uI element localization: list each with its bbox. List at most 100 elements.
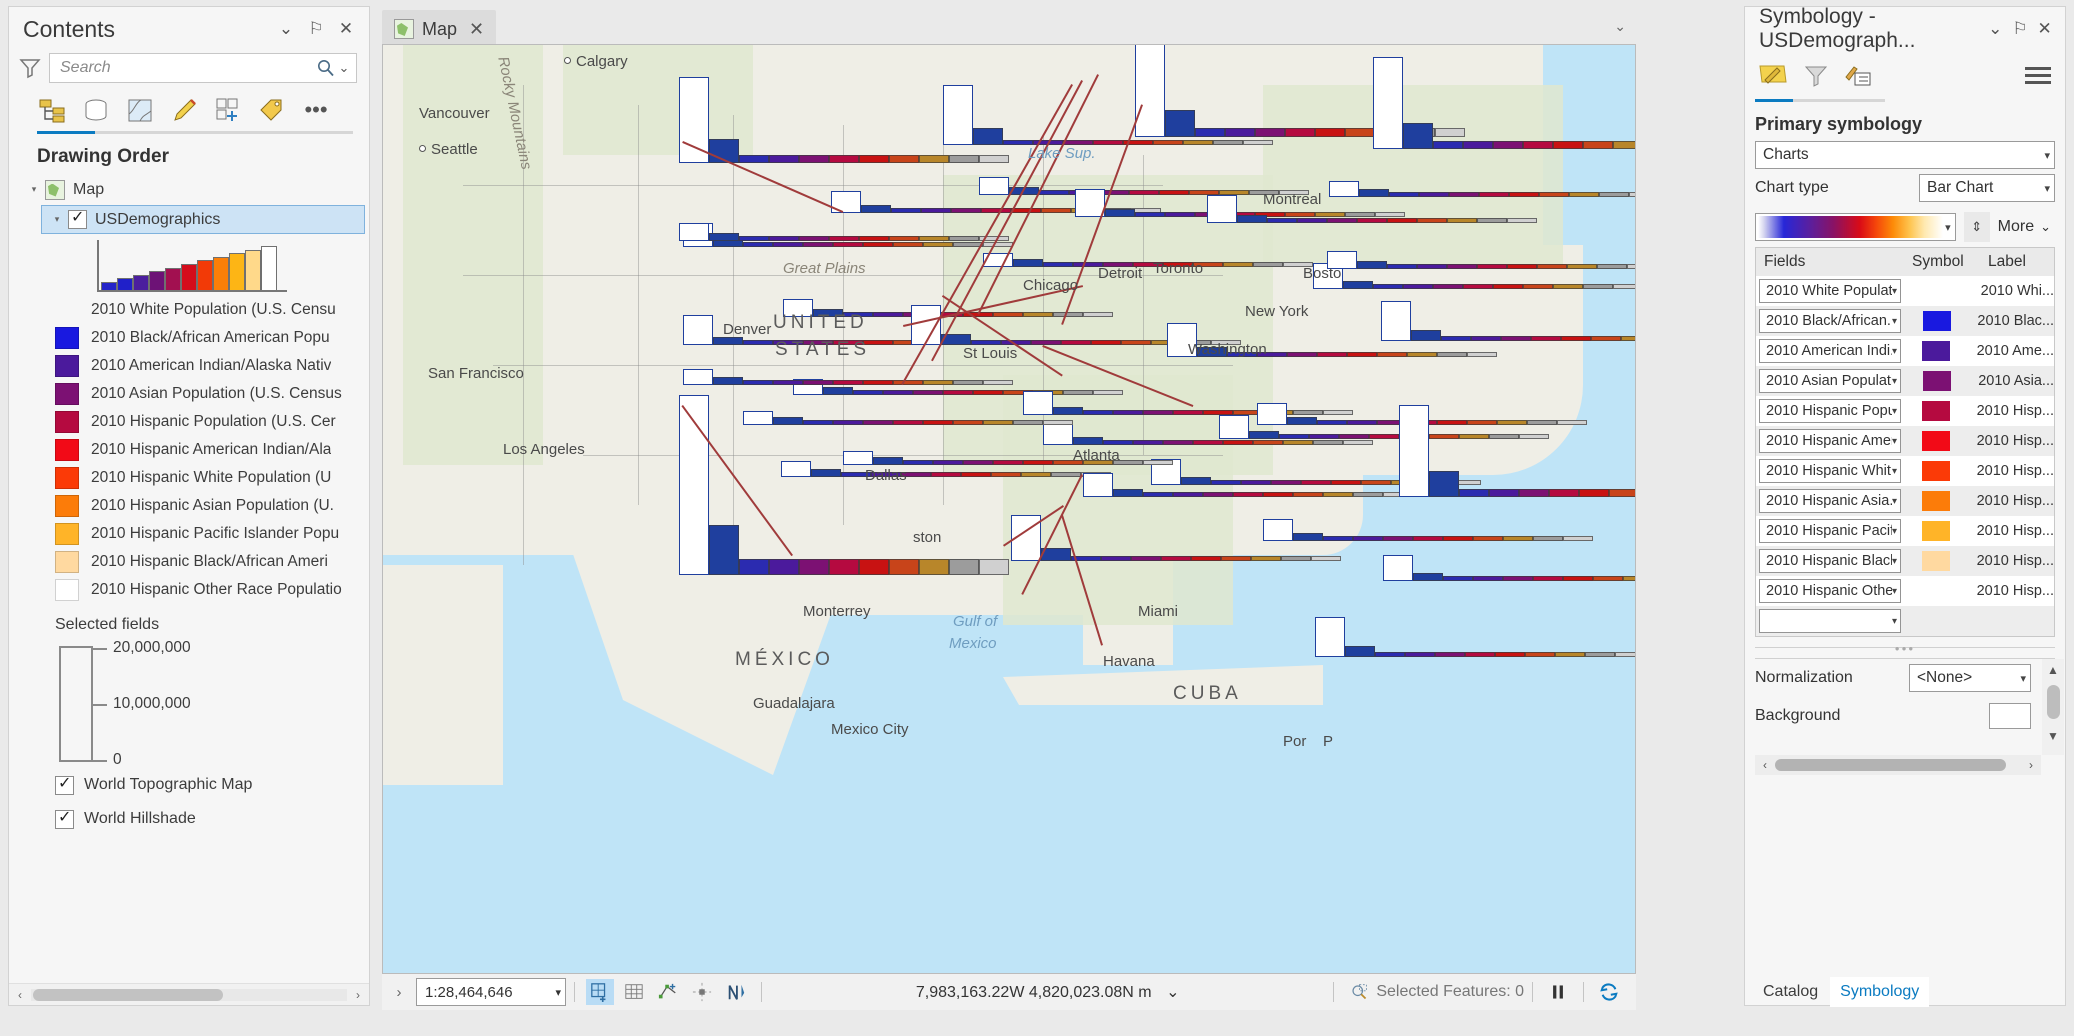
field-select[interactable]: 2010 Hispanic Whit... ▾ (1759, 459, 1901, 483)
chevron-down-icon[interactable]: ▾ (1892, 436, 1897, 447)
selected-features-icon[interactable] (1345, 979, 1373, 1005)
field-select[interactable]: 2010 Hispanic Pacifi...▾ (1759, 519, 1901, 543)
field-select[interactable]: 2010 Hispanic Asia... ▾ (1759, 489, 1901, 513)
legend-item[interactable]: 2010 Hispanic Black/African Ameri (9, 548, 369, 576)
table-row[interactable]: 2010 Black/African... ▾ 2010 Blac... (1756, 306, 2054, 336)
field-select[interactable]: 2010 Black/African... ▾ (1759, 309, 1901, 333)
row-label[interactable]: 2010 Hisp... (1968, 546, 2054, 576)
contents-close-icon[interactable]: ✕ (333, 16, 359, 42)
row-label[interactable]: 2010 Whi... (1972, 276, 2054, 306)
legend-item[interactable]: 2010 Hispanic American Indian/Ala (9, 436, 369, 464)
symbology-menu-icon[interactable]: ⌄ (1985, 16, 2006, 42)
symbology-close-icon[interactable]: ✕ (2034, 16, 2055, 42)
filter-funnel-icon[interactable] (19, 57, 41, 79)
scroll-right-icon[interactable]: › (347, 988, 369, 1002)
basemap-layer-row[interactable]: World Hillshade (9, 802, 369, 836)
primary-symbology-combo[interactable]: Charts ▾ (1755, 141, 2055, 169)
field-select[interactable]: 2010 Hispanic Amer...▾ (1759, 429, 1901, 453)
row-label[interactable]: 2010 Asia... (1970, 366, 2054, 396)
list-by-editing-icon[interactable] (169, 95, 199, 125)
chevron-down-icon[interactable]: ▾ (1892, 286, 1897, 297)
table-row[interactable]: 2010 Hispanic Othe... ▾ 2010 Hisp... (1756, 576, 2054, 606)
symbol-swatch[interactable] (1922, 461, 1951, 481)
map-coordinates-chevron-down-icon[interactable]: ⌄ (1156, 984, 1179, 1001)
scroll-left-icon[interactable]: ‹ (1755, 758, 1775, 772)
chevron-down-icon[interactable]: ▾ (1892, 556, 1897, 567)
field-select[interactable]: 2010 Asian Populati...▾ (1759, 369, 1901, 393)
expand-caret-icon[interactable]: ▾ (23, 184, 45, 195)
basemap-visibility-checkbox[interactable] (55, 773, 74, 795)
symbol-cell[interactable] (1904, 311, 1969, 331)
symbology-horizontal-scrollbar[interactable]: ‹ › (1755, 755, 2041, 775)
scroll-up-icon[interactable]: ▲ (2042, 659, 2064, 681)
tab-catalog[interactable]: Catalog (1753, 977, 1828, 1007)
table-row[interactable]: 2010 Hispanic Popu...▾ 2010 Hisp... (1756, 396, 2054, 426)
legend-item[interactable]: 2010 Hispanic Population (U.S. Cer (9, 408, 369, 436)
scroll-track[interactable] (1775, 759, 2021, 771)
chevron-down-icon[interactable]: ▾ (1892, 406, 1897, 417)
row-label[interactable]: 2010 Blac... (1969, 306, 2054, 336)
chevron-down-icon[interactable]: ▾ (1892, 496, 1897, 507)
symbol-cell[interactable] (1904, 371, 1970, 391)
row-label[interactable]: 2010 Hisp... (1968, 456, 2054, 486)
list-by-labeling-icon[interactable] (257, 95, 287, 125)
symbology-vertical-scrollbar[interactable]: ▲ ▼ (2042, 659, 2064, 755)
hamburger-menu-icon[interactable] (2025, 63, 2051, 88)
table-row[interactable]: 2010 Asian Populati...▾ 2010 Asia... (1756, 366, 2054, 396)
row-label[interactable]: 2010 Hisp... (1968, 576, 2054, 606)
statusbar-collapse-icon[interactable]: › (382, 984, 416, 1001)
color-ramp-combo[interactable]: ▾ (1755, 213, 1956, 241)
basemap-visibility-checkbox[interactable] (55, 807, 74, 829)
normalization-combo[interactable]: <None> ▾ (1909, 664, 2031, 692)
north-arrow-icon[interactable] (722, 979, 750, 1005)
scroll-thumb[interactable] (33, 988, 223, 1001)
chart-type-combo[interactable]: Bar Chart ▾ (1919, 174, 2055, 202)
field-select[interactable]: 2010 Hispanic Popu...▾ (1759, 399, 1901, 423)
chevron-down-icon[interactable]: ▾ (2016, 672, 2026, 685)
list-by-drawing-order-icon[interactable] (37, 95, 67, 125)
symbol-cell[interactable] (1904, 461, 1969, 481)
gallery-brush-icon[interactable] (1753, 57, 1795, 93)
table-row[interactable]: 2010 White Populat... ▾ 2010 Whi... (1756, 276, 2054, 306)
symbol-cell[interactable] (1904, 521, 1969, 541)
chevron-down-icon[interactable]: ▾ (2040, 149, 2050, 162)
panel-resize-grip[interactable] (1755, 647, 2055, 659)
vary-symbology-icon[interactable] (1837, 57, 1879, 93)
table-row[interactable]: ▾ (1756, 606, 2054, 636)
tree-node-usdemographics[interactable]: ▾ USDemographics (41, 205, 365, 234)
background-color-swatch[interactable] (1989, 703, 2031, 729)
scroll-left-icon[interactable]: ‹ (9, 988, 31, 1002)
table-row[interactable]: 2010 American Indi... ▾ 2010 Ame... (1756, 336, 2054, 366)
row-label[interactable] (1980, 606, 2054, 636)
symbology-pin-icon[interactable]: ⚐ (2010, 16, 2031, 42)
add-data-grid-icon[interactable] (586, 979, 614, 1005)
scroll-down-icon[interactable]: ▼ (2042, 725, 2064, 747)
scroll-right-icon[interactable]: › (2021, 758, 2041, 772)
tabstrip-chevron-down-icon[interactable]: ⌄ (1614, 18, 1626, 35)
contents-more-icon[interactable]: ••• (301, 95, 331, 125)
contents-menu-icon[interactable]: ⌄ (273, 16, 299, 42)
symbol-swatch[interactable] (1922, 311, 1951, 331)
field-select[interactable]: 2010 Hispanic Black...▾ (1759, 549, 1901, 573)
tab-close-icon[interactable]: ✕ (469, 19, 484, 40)
legend-item[interactable]: 2010 Black/African American Popu (9, 324, 369, 352)
chevron-down-icon[interactable]: ▾ (1945, 221, 1951, 234)
symbol-cell[interactable] (1904, 491, 1969, 511)
search-icon[interactable] (316, 58, 336, 78)
chevron-down-icon[interactable]: ▾ (2040, 182, 2050, 195)
row-label[interactable]: 2010 Hisp... (1968, 486, 2054, 516)
legend-item[interactable]: 2010 American Indian/Alaska Nativ (9, 352, 369, 380)
tab-symbology[interactable]: Symbology (1830, 977, 1930, 1007)
snapping-icon[interactable] (688, 979, 716, 1005)
flip-ramp-icon[interactable]: ⇕ (1963, 212, 1990, 242)
chevron-down-icon[interactable]: ▾ (1892, 466, 1897, 477)
chevron-down-icon[interactable]: ▾ (1892, 346, 1897, 357)
edit-vertices-icon[interactable] (654, 979, 682, 1005)
scroll-track[interactable] (31, 988, 347, 1001)
symbol-swatch[interactable] (1922, 551, 1951, 571)
legend-item[interactable]: 2010 Hispanic Other Race Populatio (9, 576, 369, 604)
chevron-down-icon[interactable]: ⌄ (2040, 219, 2051, 235)
table-row[interactable]: 2010 Hispanic Asia... ▾ 2010 Hisp... (1756, 486, 2054, 516)
table-row[interactable]: 2010 Hispanic Pacifi...▾ 2010 Hisp... (1756, 516, 2054, 546)
tree-node-map[interactable]: ▾ Map (9, 176, 369, 203)
